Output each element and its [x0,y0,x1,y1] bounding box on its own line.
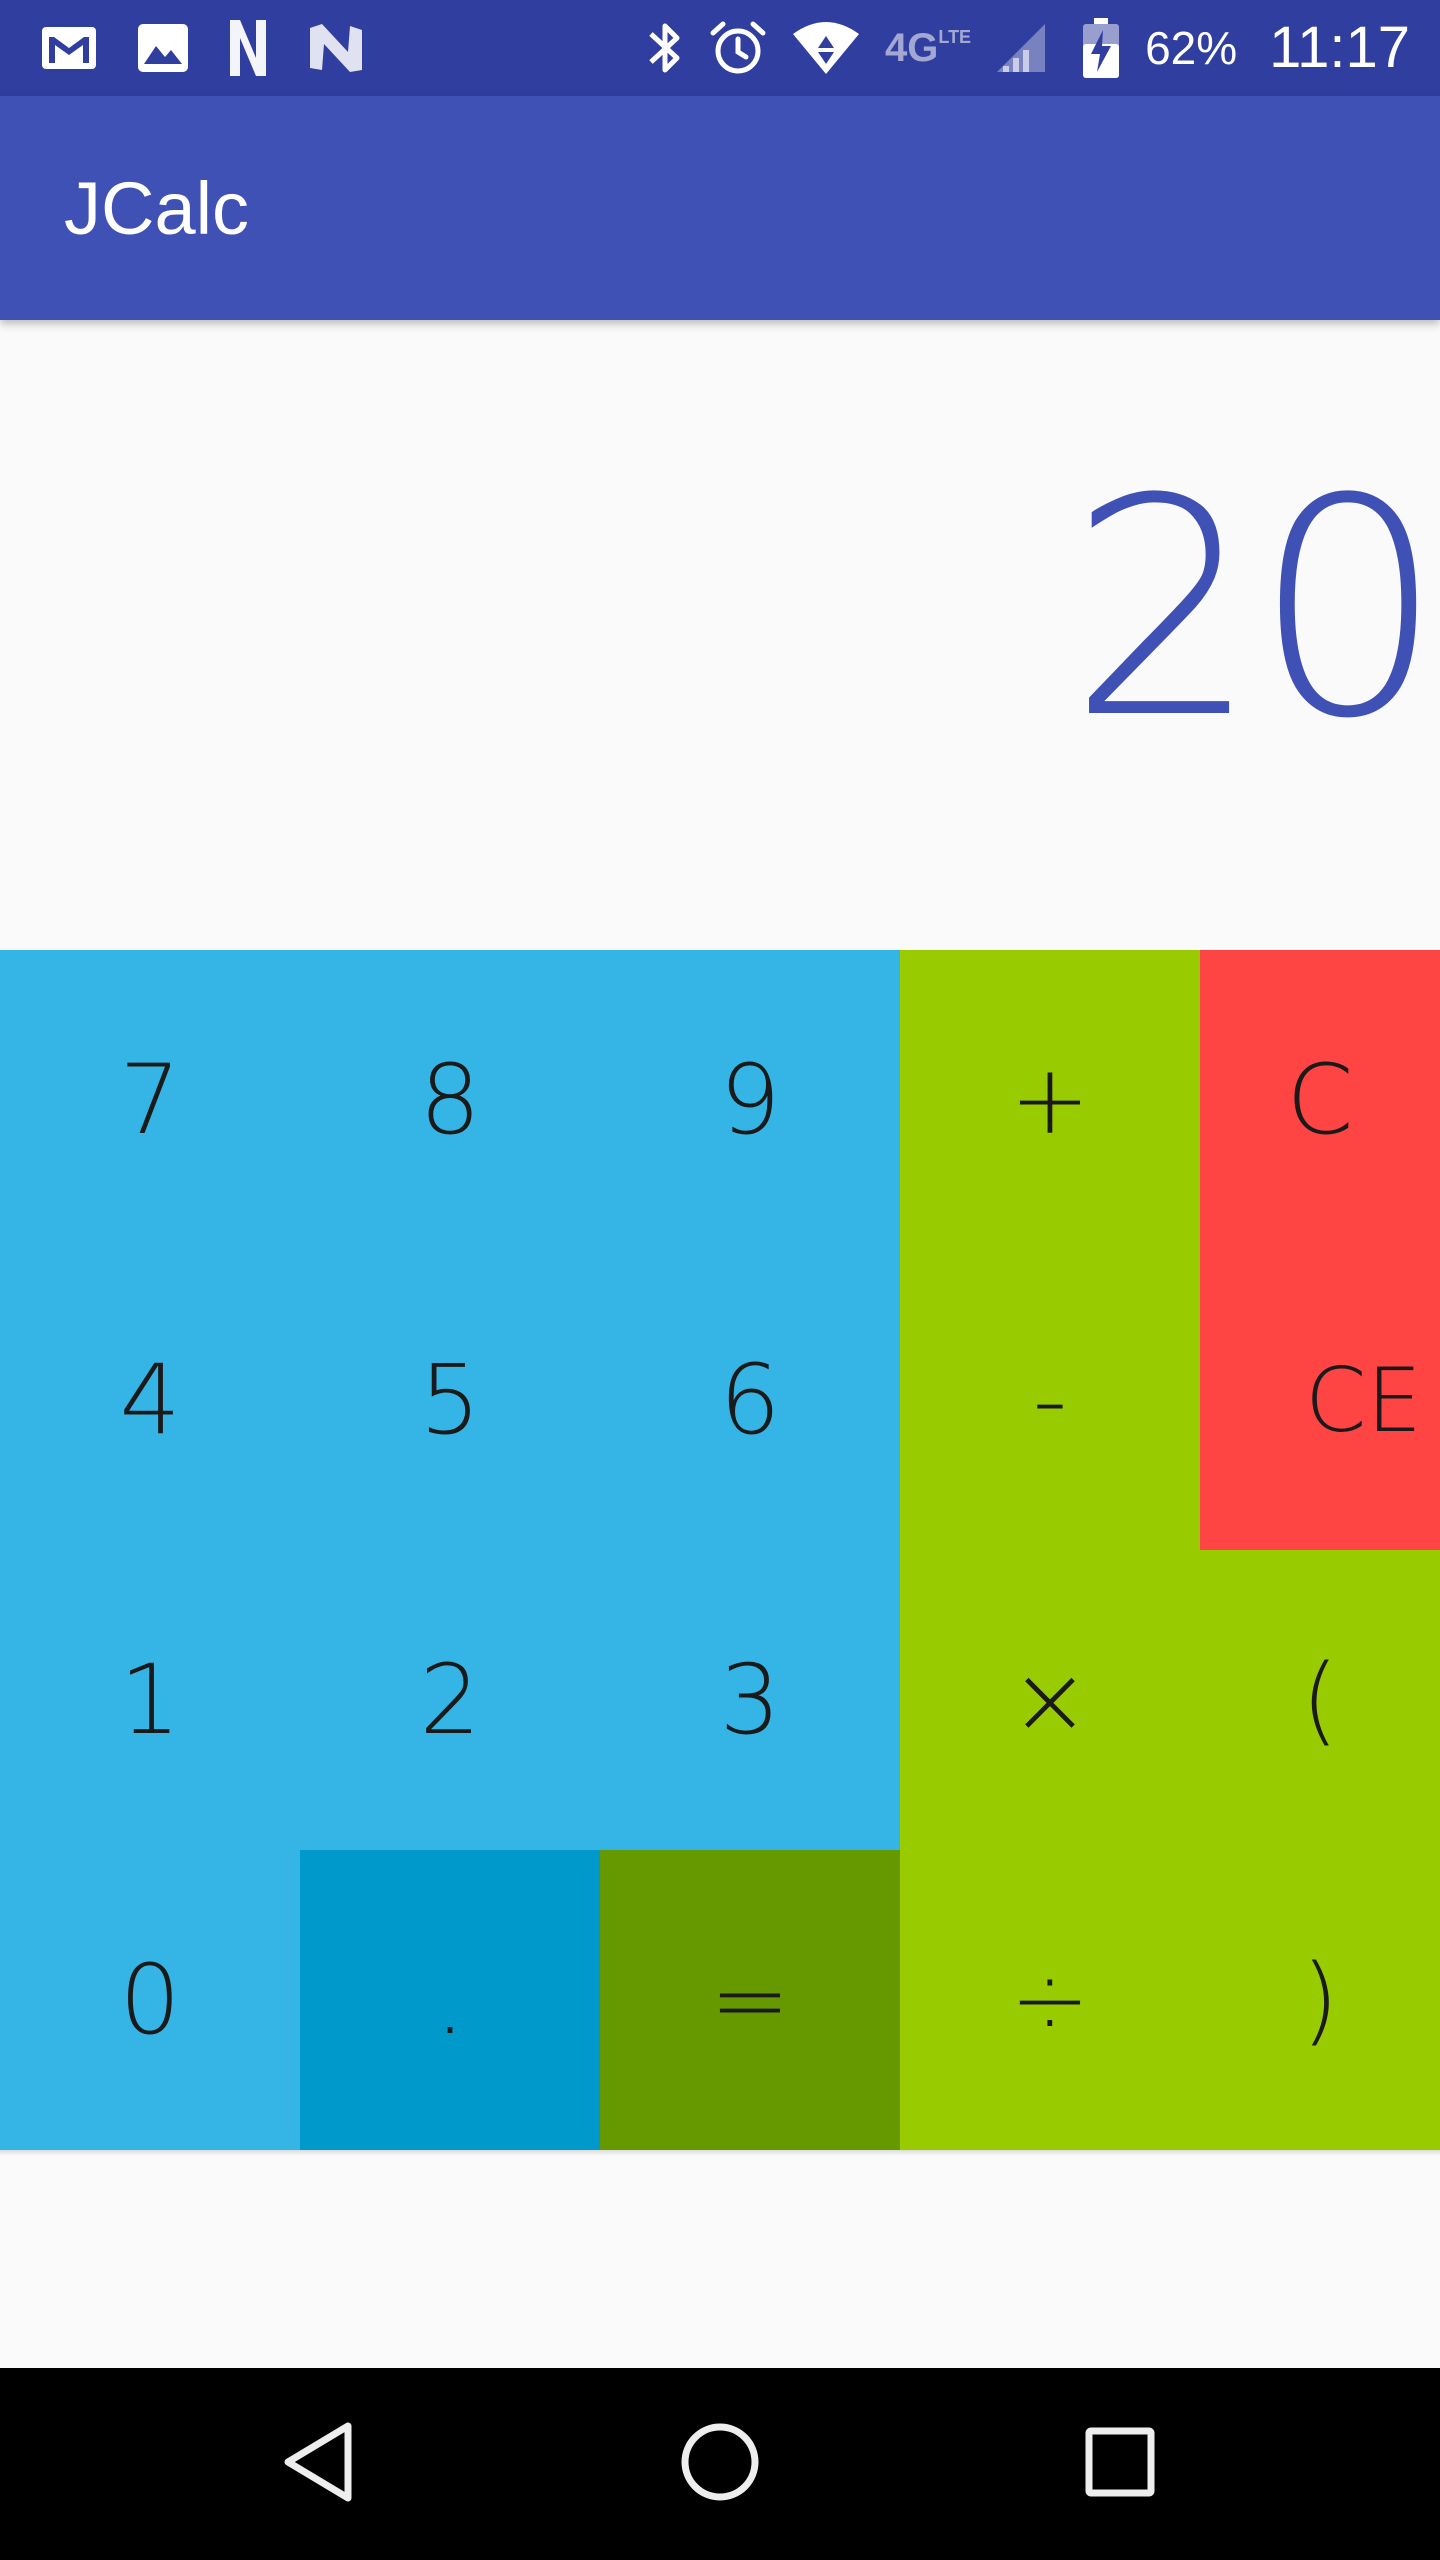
key-6[interactable]: 6 [600,1250,900,1550]
key-plus[interactable]: + [900,950,1200,1250]
alarm-icon [709,19,767,77]
key-open-paren[interactable]: ( [1200,1550,1440,1850]
display-value: 20 [1068,435,1440,784]
result-display: 20 [0,320,1440,950]
navigation-bar [0,2368,1440,2560]
key-0[interactable]: 0 [0,1850,300,2150]
network-type-icon: 4G LTE [885,26,971,70]
recents-button[interactable] [1072,2416,1168,2512]
key-minus[interactable]: - [900,1250,1200,1550]
key-3[interactable]: 3 [600,1550,900,1850]
network-type-label: 4G [885,26,939,70]
key-multiply[interactable]: × [900,1550,1200,1850]
battery-percent: 62% [1145,22,1238,74]
photos-icon [136,22,190,74]
bluetooth-icon [645,18,685,78]
key-7[interactable]: 7 [0,950,300,1250]
keypad: 7 8 9 + C 4 5 6 - CE 1 2 3 × ( 0 . = ÷ ) [0,950,1440,2150]
back-icon [280,2420,360,2508]
key-divide[interactable]: ÷ [900,1850,1200,2150]
n-logo-icon [306,22,366,74]
back-button[interactable] [272,2416,368,2512]
status-bar: 4G LTE 62% 11:17 [0,0,1440,96]
gmail-icon [40,25,98,71]
key-equals[interactable]: = [600,1850,900,2150]
key-close-paren[interactable]: ) [1200,1850,1440,2150]
keypad-shadow [0,2150,1440,2156]
key-9[interactable]: 9 [600,950,900,1250]
home-button[interactable] [672,2416,768,2512]
key-2[interactable]: 2 [300,1550,600,1850]
key-clear[interactable]: C [1200,950,1440,1250]
wifi-icon [791,20,861,76]
app-title: JCalc [64,167,250,250]
notification-icons [40,18,366,78]
key-8[interactable]: 8 [300,950,600,1250]
key-1[interactable]: 1 [0,1550,300,1850]
clock: 11:17 [1269,15,1410,80]
key-clear-entry[interactable]: CE [1200,1250,1440,1550]
home-icon [678,2420,762,2508]
signal-icon [995,22,1047,74]
recents-icon [1084,2426,1156,2502]
key-5[interactable]: 5 [300,1250,600,1550]
network-sub-label: LTE [938,27,972,47]
key-4[interactable]: 4 [0,1250,300,1550]
system-status-icons: 4G LTE 62% 11:17 [645,14,1410,82]
app-bar: JCalc [0,96,1440,320]
key-decimal[interactable]: . [300,1850,600,2150]
battery-charging-icon [1081,16,1121,80]
n-logo-icon [228,18,268,78]
